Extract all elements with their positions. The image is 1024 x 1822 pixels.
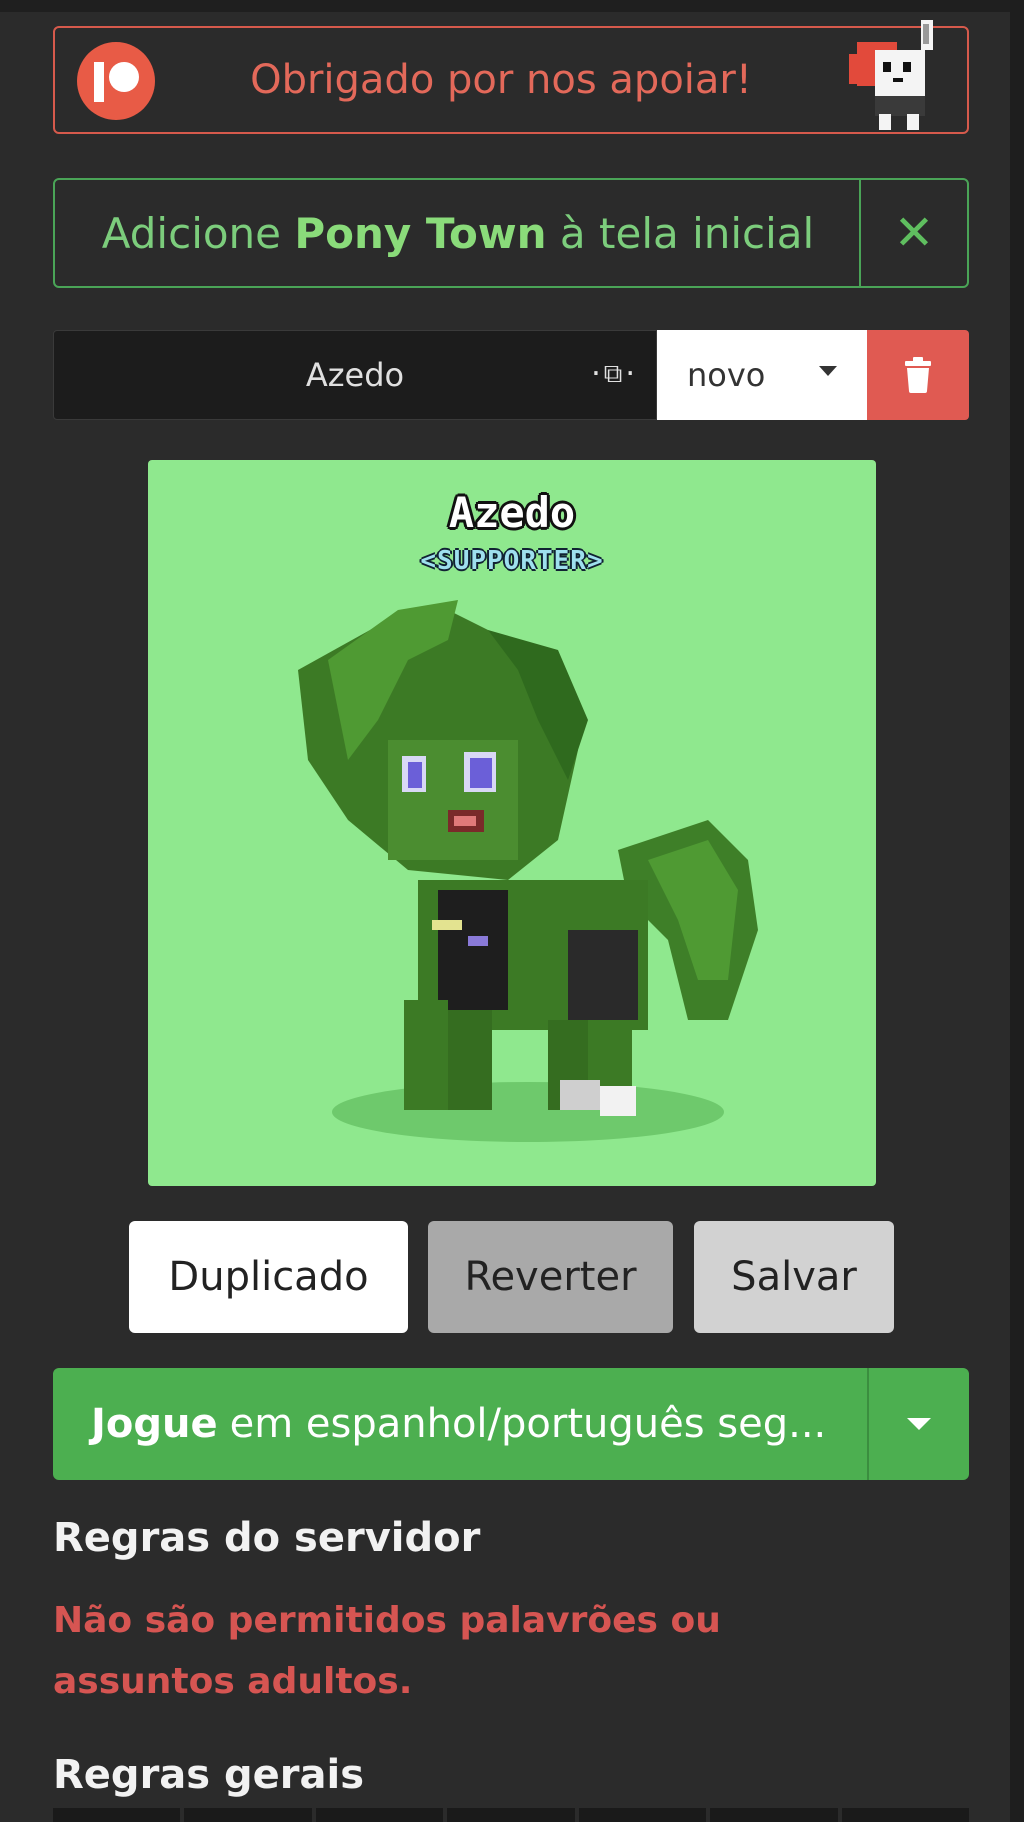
play-button[interactable]: Jogue em espanhol/português seg... (53, 1368, 869, 1480)
patreon-thanks-banner: Obrigado por nos apoiar! (53, 20, 969, 134)
character-preview: Azedo <SUPPORTER> (148, 460, 876, 1186)
play-button-group: Jogue em espanhol/português seg... (53, 1368, 969, 1480)
save-button[interactable]: Salvar (694, 1221, 894, 1333)
patreon-icon (77, 42, 155, 120)
delete-character-button[interactable] (867, 330, 969, 420)
chevron-down-icon (907, 1418, 931, 1430)
patreon-thanks-text: Obrigado por nos apoiar! (250, 57, 752, 103)
trash-icon (905, 357, 931, 393)
character-name-field[interactable]: Azedo ·⧉· (53, 330, 657, 420)
preview-tag: <SUPPORTER> (420, 546, 604, 576)
right-edge (1010, 0, 1024, 1822)
character-options-icon[interactable]: ·⧉· (588, 359, 638, 390)
general-rules-heading: Regras gerais (53, 1752, 365, 1798)
top-status-strip (0, 0, 1024, 12)
supporter-mascot-icon (849, 20, 933, 130)
revert-button[interactable]: Reverter (428, 1221, 673, 1333)
server-rules-heading: Regras do servidor (53, 1515, 481, 1561)
server-dropdown-toggle[interactable] (869, 1368, 969, 1480)
general-rules-strip (53, 1808, 969, 1822)
chevron-down-icon (819, 366, 837, 376)
add-to-home-text[interactable]: Adicione Pony Town à tela inicial (55, 180, 861, 286)
character-select[interactable]: novo (657, 330, 867, 420)
server-rule-text: Não são permitidos palavrões ou assuntos… (53, 1600, 721, 1702)
close-icon[interactable]: ✕ (859, 180, 967, 286)
add-to-home-banner: Adicione Pony Town à tela inicial ✕ (53, 178, 969, 288)
duplicate-button[interactable]: Duplicado (129, 1221, 408, 1333)
character-row: Azedo ·⧉· novo (53, 330, 969, 420)
preview-name: Azedo (448, 488, 576, 537)
